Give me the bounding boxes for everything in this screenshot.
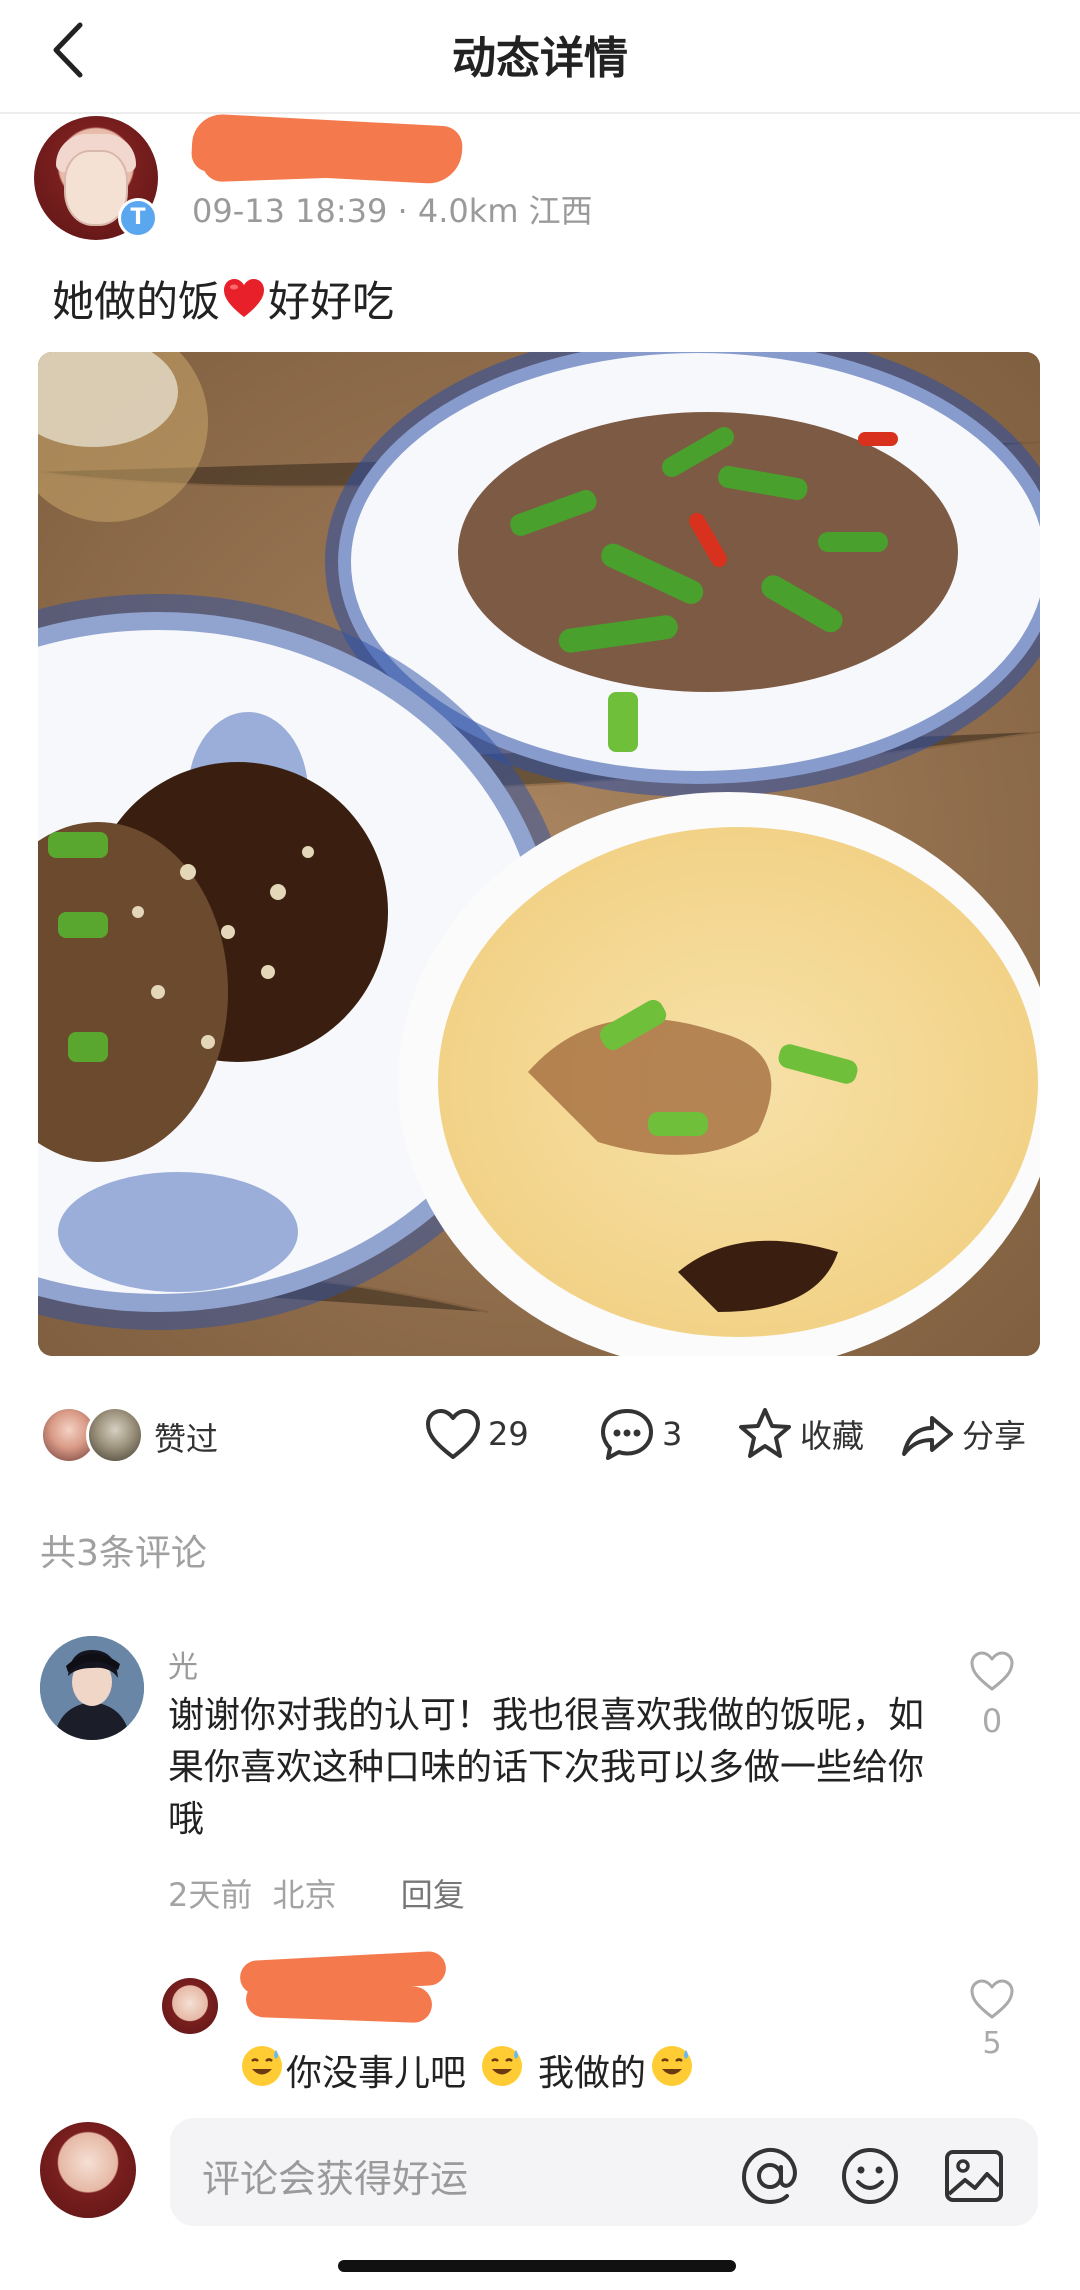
post-photo[interactable] xyxy=(38,352,1040,1356)
image-picture-icon xyxy=(945,2150,1003,2202)
comment-meta: 2天前 北京 回复 xyxy=(168,1870,465,1916)
comment-time: 2天前 xyxy=(168,1876,253,1914)
food-photo-illustration xyxy=(38,352,1040,1356)
sweat-smile-emoji-icon xyxy=(480,2044,524,2103)
share-label: 分享 xyxy=(962,1417,1027,1455)
comment-like-count: 0 xyxy=(981,1702,1003,1740)
heart-outline-icon xyxy=(970,1979,1014,2019)
share-arrow-icon xyxy=(902,1416,953,1456)
reply-like-button[interactable]: 5 xyxy=(962,1978,1022,2061)
home-indicator xyxy=(338,2260,736,2272)
reply-author-name-redacted[interactable] xyxy=(239,1950,447,2024)
like-button[interactable]: 29 xyxy=(424,1404,529,1464)
image-button[interactable] xyxy=(942,2144,1006,2208)
comments-count: 共3条评论 xyxy=(40,1533,207,1574)
comment-button[interactable]: 3 xyxy=(598,1404,682,1464)
post-text-part2: 好好吃 xyxy=(268,277,395,326)
post-action-bar: 赞过 29 3 收藏 分享 xyxy=(0,1396,1080,1472)
heart-outline-icon xyxy=(970,1651,1014,1691)
comment-input-placeholder: 评论会获得好运 xyxy=(202,2157,469,2201)
reply-text: 你没事儿吧 我做的 xyxy=(240,2044,694,2103)
reply-button[interactable]: 回复 xyxy=(401,1876,465,1914)
comment-input[interactable]: 评论会获得好运 xyxy=(170,2118,1038,2226)
sweat-smile-emoji-icon xyxy=(650,2044,694,2103)
smiley-face-icon xyxy=(842,2148,898,2204)
sweat-smile-emoji-icon xyxy=(240,2044,284,2103)
post-meta: 09-13 18:39 · 4.0km 江西 xyxy=(192,192,593,230)
likers-label[interactable]: 赞过 xyxy=(154,1414,218,1460)
at-sign-icon xyxy=(741,2147,797,2205)
heart-outline-icon xyxy=(426,1409,480,1459)
reply-like-count: 5 xyxy=(982,2026,1002,2061)
vip-badge: T xyxy=(118,198,158,238)
reply-text-part1: 你没事儿吧 xyxy=(286,2052,467,2094)
emoji-button[interactable] xyxy=(838,2144,902,2208)
star-outline-icon xyxy=(739,1408,791,1458)
like-count: 29 xyxy=(488,1415,529,1453)
red-heart-icon xyxy=(224,278,265,317)
reply-avatar[interactable] xyxy=(162,1978,218,2034)
favorite-button[interactable]: 收藏 xyxy=(736,1404,864,1464)
mention-button[interactable] xyxy=(738,2144,802,2208)
reply-text-part2: 我做的 xyxy=(538,2052,647,2094)
author-name-redacted[interactable] xyxy=(190,112,464,186)
post-text: 她做的饭 好好吃 xyxy=(52,268,394,329)
comment-location: 北京 xyxy=(272,1876,337,1914)
comment-text: 谢谢你对我的认可！我也很喜欢我做的饭呢，如果你喜欢这种口味的话下次我可以多做一些… xyxy=(168,1695,925,1840)
comment-like-button[interactable]: 0 xyxy=(962,1650,1022,1740)
comment-author-name[interactable]: 光 xyxy=(168,1642,198,1686)
page-title: 动态详情 xyxy=(452,33,628,84)
post-text-part1: 她做的饭 xyxy=(52,277,221,326)
my-avatar[interactable] xyxy=(40,2122,136,2218)
share-button[interactable]: 分享 xyxy=(898,1404,1026,1464)
comment-bubble-icon xyxy=(601,1409,653,1460)
comment-count: 3 xyxy=(662,1415,683,1453)
bottom-comment-bar: 评论会获得好运 xyxy=(0,2100,1080,2290)
top-nav-bar: 动态详情 xyxy=(0,0,1080,114)
favorite-label: 收藏 xyxy=(800,1417,865,1455)
comment-avatar[interactable] xyxy=(40,1636,144,1740)
comment-avatar-portrait xyxy=(40,1636,144,1740)
redaction-mark xyxy=(245,1980,433,2024)
liker-avatar[interactable] xyxy=(86,1406,144,1464)
